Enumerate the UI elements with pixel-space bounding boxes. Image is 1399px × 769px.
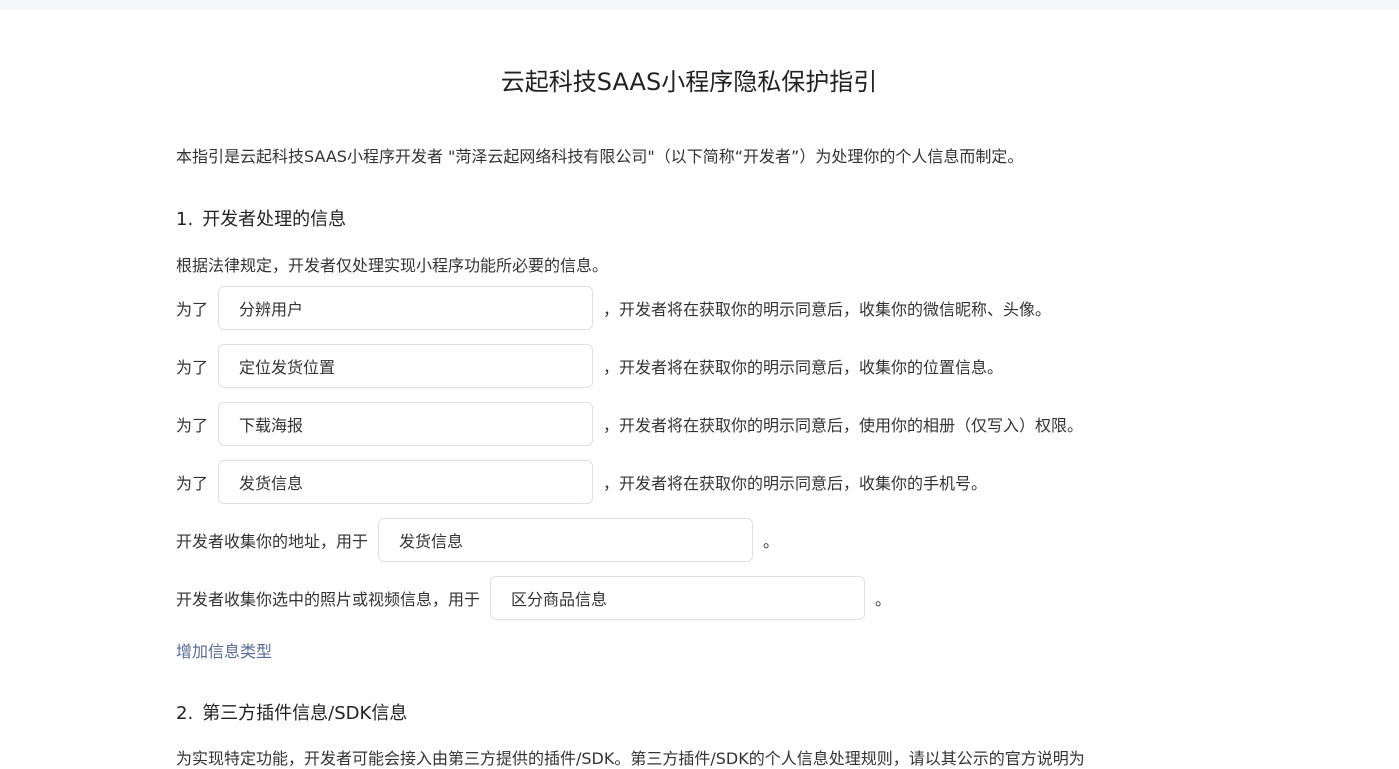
purpose-input-album[interactable]: 下载海报: [218, 402, 594, 446]
purpose-suffix: ，开发者将在获取你的明示同意后，收集你的位置信息。: [603, 358, 1004, 377]
address-row: 开发者收集你的地址，用于 发货信息 。: [176, 518, 779, 562]
address-suffix: 。: [763, 532, 780, 551]
section-2-title: 第三方插件信息/SDK信息: [202, 703, 408, 724]
section-2-number: 2.: [176, 703, 194, 724]
purpose-input-nickname[interactable]: 分辨用户: [218, 286, 594, 330]
section-2-heading: 2. 第三方插件信息/SDK信息: [176, 699, 407, 725]
purpose-prefix: 为了: [176, 474, 209, 493]
section-1-number: 1.: [176, 209, 194, 230]
purpose-input-phone[interactable]: 发货信息: [218, 460, 594, 504]
purpose-prefix: 为了: [176, 416, 209, 435]
purpose-suffix: ，开发者将在获取你的明示同意后，收集你的微信昵称、头像。: [603, 300, 1052, 319]
purpose-suffix: ，开发者将在获取你的明示同意后，收集你的手机号。: [603, 474, 988, 493]
intro-text: 本指引是云起科技SAAS小程序开发者 "菏泽云起网络科技有限公司"（以下简称“开…: [176, 147, 1024, 166]
purpose-input-location[interactable]: 定位发货位置: [218, 344, 594, 388]
address-purpose-input[interactable]: 发货信息: [378, 518, 754, 562]
section-1-title: 开发者处理的信息: [202, 209, 347, 230]
media-row: 开发者收集你选中的照片或视频信息，用于 区分商品信息 。: [176, 576, 891, 620]
address-prefix: 开发者收集你的地址，用于: [176, 532, 369, 551]
purpose-prefix: 为了: [176, 300, 209, 319]
page-title: 云起科技SAAS小程序隐私保护指引: [500, 68, 878, 96]
section-1-heading: 1. 开发者处理的信息: [176, 205, 346, 231]
media-suffix: 。: [875, 590, 892, 609]
purpose-row: 为了 发货信息 ，开发者将在获取你的明示同意后，收集你的手机号。: [176, 460, 987, 504]
purpose-row: 为了 分辨用户 ，开发者将在获取你的明示同意后，收集你的微信昵称、头像。: [176, 286, 1051, 330]
purpose-row: 为了 下载海报 ，开发者将在获取你的明示同意后，使用你的相册（仅写入）权限。: [176, 402, 1083, 446]
media-prefix: 开发者收集你选中的照片或视频信息，用于: [176, 590, 481, 609]
purpose-suffix: ，开发者将在获取你的明示同意后，使用你的相册（仅写入）权限。: [603, 416, 1084, 435]
purpose-row: 为了 定位发货位置 ，开发者将在获取你的明示同意后，收集你的位置信息。: [176, 344, 1003, 388]
purpose-prefix: 为了: [176, 358, 209, 377]
privacy-guide-page: 云起科技SAAS小程序隐私保护指引 本指引是云起科技SAAS小程序开发者 "菏泽…: [0, 10, 1399, 768]
section-2-text: 为实现特定功能，开发者可能会接入由第三方提供的插件/SDK。第三方插件/SDK的…: [176, 749, 1085, 768]
section-1-description: 根据法律规定，开发者仅处理实现小程序功能所必要的信息。: [176, 256, 609, 275]
media-purpose-input[interactable]: 区分商品信息: [490, 576, 866, 620]
top-strip: [0, 0, 1399, 10]
add-info-type-link[interactable]: 增加信息类型: [176, 638, 272, 662]
